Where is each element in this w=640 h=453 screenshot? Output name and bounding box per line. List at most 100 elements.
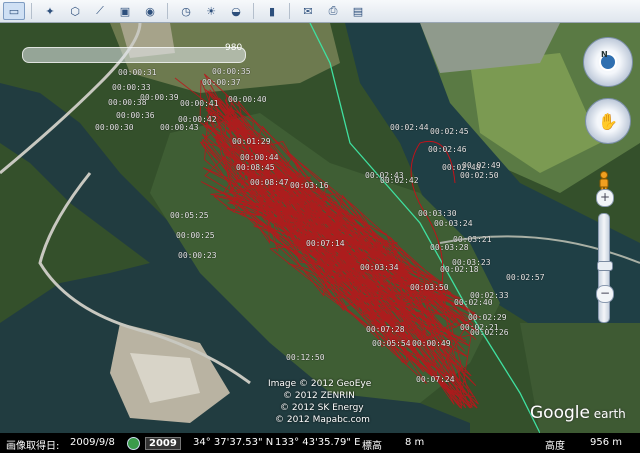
switch-planet-button[interactable]: ◒: [225, 2, 247, 20]
track-timestamp-label: 00:02:29: [468, 313, 507, 322]
track-timestamp-label: 00:02:42: [380, 176, 419, 185]
zoom-in-button[interactable]: +: [596, 189, 614, 207]
logo-sub: earth: [589, 407, 626, 421]
imagery-credit-3: © 2012 SK Energy: [280, 403, 364, 413]
map-viewport[interactable]: 00:00:31 00:00:35 00:00:33 00:00:37 00:00:39…: [0, 23, 640, 433]
camera-icon: ◉: [145, 4, 155, 18]
email-button[interactable]: ✉: [297, 2, 319, 20]
track-timestamp-label: 00:00:25: [176, 231, 215, 240]
track-timestamp-label: 00:07:14: [306, 239, 345, 248]
toolbar: ▭ ✦ ⬡ ⟋ ▣ ◉ ◷ ☀ ◒ ▮ ✉ ⎙ ▤: [0, 0, 640, 23]
add-polygon-button[interactable]: ⬡: [64, 2, 86, 20]
track-timestamp-label: 00:05:25: [170, 211, 209, 220]
track-timestamp-label: 00:02:49: [462, 161, 501, 170]
track-timestamp-label: 00:01:29: [232, 137, 271, 146]
track-timestamp-label: 00:00:31: [118, 68, 157, 77]
track-timestamp-label: 00:07:24: [416, 375, 455, 384]
track-timestamp-label: 00:00:37: [202, 78, 241, 87]
track-timestamp-label: 00:00:49: [412, 339, 451, 348]
track-timestamp-label: 00:00:36: [116, 111, 155, 120]
toolbar-separator: [31, 3, 32, 19]
track-timestamp-label: 00:00:30: [95, 123, 134, 132]
add-image-overlay-button[interactable]: ▣: [114, 2, 136, 20]
track-timestamp-label: 00:08:47: [250, 178, 289, 187]
imagery-date: 2009/9/8: [70, 437, 115, 448]
imagery-credit-1: Image © 2012 GeoEye: [268, 379, 372, 389]
look-around-control[interactable]: [583, 37, 633, 87]
track-timestamp-label: 00:05:54: [372, 339, 411, 348]
track-timestamp-label: 00:03:50: [410, 283, 449, 292]
sun-icon: ☀: [206, 4, 216, 18]
imagery-credit-2: © 2012 ZENRIN: [283, 391, 355, 401]
track-timestamp-label: 00:00:41: [180, 99, 219, 108]
add-path-button[interactable]: ⟋: [89, 2, 111, 20]
planet-icon: ◒: [231, 4, 241, 18]
hand-icon: ✋: [598, 111, 618, 131]
gps-track-overlay: [174, 73, 480, 410]
imagery-date-label: 画像取得日:: [6, 441, 60, 452]
track-timestamp-label: 00:03:28: [430, 243, 469, 252]
track-timestamp-label: 00:07:28: [366, 325, 405, 334]
image-icon: ▤: [352, 4, 364, 18]
altitude-label: 高度: [545, 441, 565, 452]
sidebar-icon: ▭: [8, 4, 20, 18]
track-timestamp-label: 00:00:44: [240, 153, 279, 162]
imagery-year-badge[interactable]: 2009: [145, 437, 181, 450]
save-image-button[interactable]: ▤: [347, 2, 369, 20]
track-timestamp-label: 00:02:45: [430, 127, 469, 136]
historical-imagery-icon[interactable]: [127, 437, 140, 450]
elevation-value: 8 m: [405, 437, 425, 448]
print-button[interactable]: ⎙: [322, 2, 344, 20]
polygon-icon: ⬡: [70, 4, 80, 18]
track-timestamp-label: 00:08:45: [236, 163, 275, 172]
record-tour-button[interactable]: ◉: [139, 2, 161, 20]
track-timestamp-label: 00:03:30: [418, 209, 457, 218]
pushpin-icon: ✦: [45, 4, 55, 18]
track-timestamp-label: 00:00:38: [108, 98, 147, 107]
zoom-slider-knob[interactable]: [597, 261, 613, 271]
zoom-out-button[interactable]: −: [596, 285, 614, 303]
track-timestamp-label: 00:00:33: [112, 83, 151, 92]
ruler-button[interactable]: ▮: [261, 2, 283, 20]
track-timestamp-label: 00:00:40: [228, 95, 267, 104]
track-timestamp-label: 00:03:24: [434, 219, 473, 228]
google-earth-logo: Google earth: [530, 403, 626, 423]
track-timestamp-label: 00:03:16: [290, 181, 329, 190]
historical-imagery-button[interactable]: ◷: [175, 2, 197, 20]
status-bar: 画像取得日: 2009/9/8 2009 34° 37'37.53" N 133…: [0, 433, 640, 453]
track-timestamp-label: 00:02:40: [454, 298, 493, 307]
imagery-credit-4: © 2012 Mapabc.com: [275, 415, 370, 425]
track-timestamp-label: 00:02:50: [460, 171, 499, 180]
compass-north-label[interactable]: N: [601, 50, 608, 59]
overlay-icon: ▣: [119, 4, 131, 18]
longitude-readout: 133° 43'35.79" E: [275, 437, 361, 448]
altitude-value: 956 m: [590, 437, 623, 448]
path-icon: ⟋: [96, 4, 104, 17]
email-icon: ✉: [303, 4, 313, 18]
track-timestamp-label: 00:02:46: [428, 145, 467, 154]
add-placemark-button[interactable]: ✦: [39, 2, 61, 20]
track-timestamp-label: 00:02:21: [460, 323, 499, 332]
toolbar-separator: [253, 3, 254, 19]
elevation-label: 標高: [362, 441, 382, 452]
track-timestamp-label: 00:00:23: [178, 251, 217, 260]
sunlight-button[interactable]: ☀: [200, 2, 222, 20]
sidebar-toggle-button[interactable]: ▭: [3, 2, 25, 20]
track-timestamp-label: 00:00:43: [160, 123, 199, 132]
scale-value: 980: [225, 43, 243, 53]
ruler-icon: ▮: [268, 4, 276, 18]
track-timestamp-label: 00:12:50: [286, 353, 325, 362]
track-timestamp-label: 00:02:57: [506, 273, 545, 282]
track-timestamp-label: 00:03:34: [360, 263, 399, 272]
scale-slider[interactable]: [22, 47, 246, 63]
move-control[interactable]: ✋: [585, 98, 631, 144]
track-timestamp-label: 00:00:35: [212, 67, 251, 76]
track-timestamp-label: 00:02:44: [390, 123, 429, 132]
track-timestamp-label: 00:02:18: [440, 265, 479, 274]
toolbar-separator: [167, 3, 168, 19]
toolbar-separator: [289, 3, 290, 19]
latitude-readout: 34° 37'37.53" N: [193, 437, 274, 448]
logo-main: Google: [530, 403, 590, 423]
clock-icon: ◷: [181, 4, 191, 18]
print-icon: ⎙: [328, 4, 338, 17]
